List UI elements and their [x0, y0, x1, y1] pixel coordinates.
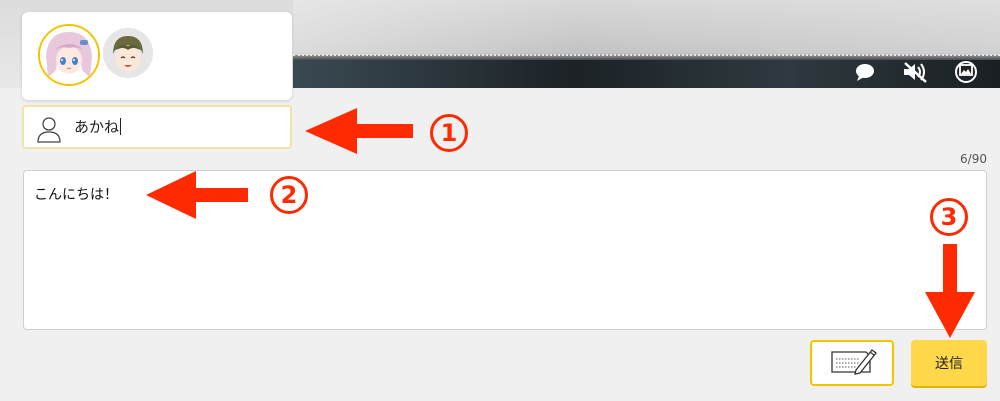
annotation-marker-2: 2: [270, 176, 308, 214]
video-scene: [293, 0, 1000, 55]
avatar-boy[interactable]: [103, 28, 153, 78]
character-counter: 6/90: [960, 152, 987, 166]
name-field[interactable]: あかね: [22, 105, 292, 149]
video-player[interactable]: [293, 0, 1000, 88]
user-icon: [36, 115, 62, 147]
annotation-arrow-3: [925, 244, 975, 338]
name-input[interactable]: あかね: [74, 116, 274, 138]
note-pencil-icon: [826, 346, 878, 380]
avatar-selector: [22, 12, 292, 100]
name-value: あかね: [74, 118, 120, 136]
video-controls: [854, 60, 978, 84]
send-button[interactable]: 送信: [911, 340, 987, 386]
mute-icon[interactable]: [902, 61, 928, 83]
image-icon[interactable]: [954, 60, 978, 84]
annotation-arrow-2: [146, 171, 248, 219]
comment-icon[interactable]: [854, 62, 876, 82]
text-caret: [120, 118, 122, 135]
video-divider: [293, 54, 1000, 58]
annotation-marker-1: 1: [430, 114, 468, 152]
avatar-akane[interactable]: [38, 24, 100, 86]
annotation-marker-3: 3: [930, 198, 968, 236]
stamp-button[interactable]: [810, 340, 894, 386]
message-text: こんにちは！: [34, 187, 118, 203]
annotation-arrow-1: [305, 108, 413, 154]
